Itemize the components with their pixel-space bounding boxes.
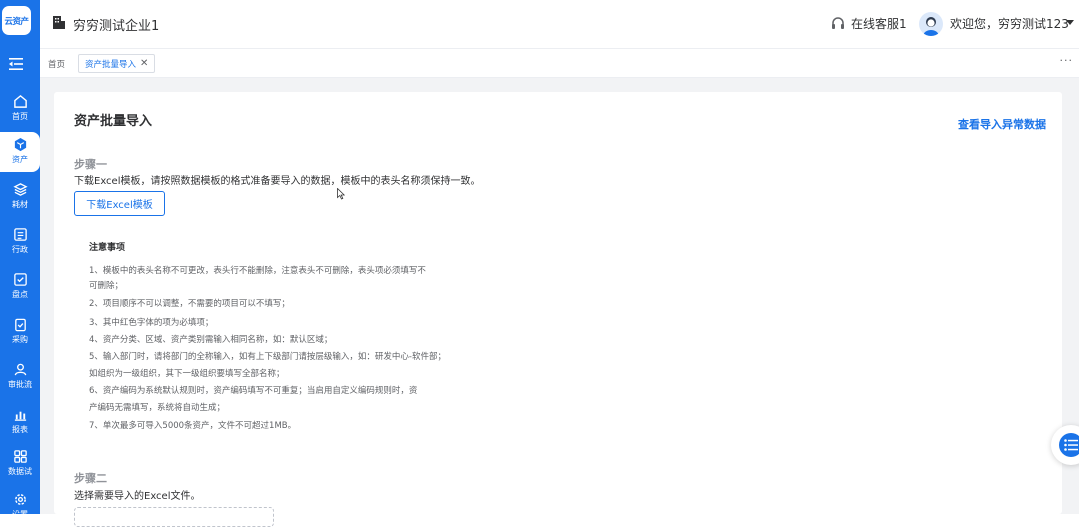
sidebar-item-label: 审批流: [8, 380, 32, 389]
sidebar-item-label: 首页: [12, 112, 28, 121]
page-title: 资产批量导入: [74, 114, 153, 129]
list-icon: [13, 228, 27, 241]
tab-home[interactable]: 首页: [44, 54, 69, 73]
headset-icon: [832, 16, 844, 29]
chart-icon: [14, 411, 26, 421]
sidebar-item-approval[interactable]: 审批流: [0, 357, 40, 397]
note-line: 1、模板中的表头名称不可更改，表头行不能删除，注意表头不可删除，表头项必须填写不: [89, 266, 426, 276]
note-line: 4、资产分类、区域、资产类别需输入相同名称，如：默认区域；: [89, 335, 333, 345]
file-upload-area[interactable]: [74, 507, 274, 527]
sidebar-item-label: 行政: [12, 245, 28, 254]
online-service[interactable]: 在线客服1: [831, 15, 907, 32]
note-line: 2、项目顺序不可以调整，不需要的项目可以不填写；: [89, 299, 290, 309]
check-icon: [13, 273, 27, 286]
sidebar-item-assets[interactable]: 资产: [0, 132, 40, 172]
app-logo[interactable]: 云资产: [2, 6, 31, 35]
note-line: 6、资产编码为系统默认规则时，资产编码填写不可重复；当启用自定义编码规则时，资: [89, 386, 418, 396]
sidebar-item-inventory[interactable]: 盘点: [0, 267, 40, 307]
gear-icon: [14, 494, 26, 505]
clipboard-icon: [14, 318, 26, 332]
more-icon[interactable]: ···: [1060, 54, 1074, 67]
sidebar-item-home[interactable]: 首页: [0, 89, 40, 129]
layers-icon: [12, 183, 28, 196]
note-line: 3、其中红色字体的项为必填项；: [89, 318, 214, 328]
step2-description: 选择需要导入的Excel文件。: [74, 491, 201, 502]
caret-down-icon[interactable]: [1066, 20, 1074, 25]
note-line: 产编码无需填写，系统将自动生成；: [89, 403, 226, 413]
sidebar-item-label: 资产: [12, 155, 28, 164]
avatar-icon: [923, 17, 939, 36]
asset-icon: [14, 137, 26, 152]
import-card: 资产批量导入 查看导入异常数据 步骤一 下载Excel模板，请按照数据模板的格式…: [54, 92, 1062, 527]
mouse-cursor-icon: [337, 188, 345, 200]
sidebar-item-label: 设置: [12, 510, 28, 519]
top-header: 穷穷测试企业1 在线客服1 欢迎您，穷穷测试123: [40, 0, 1079, 48]
tab-label: 首页: [48, 59, 66, 70]
user-greeting[interactable]: 欢迎您，穷穷测试123: [950, 15, 1069, 32]
sidebar-item-label: 采购: [12, 335, 28, 344]
sidebar-item-label: 耗材: [12, 200, 28, 209]
download-template-button[interactable]: 下载Excel模板: [74, 191, 165, 216]
menu-collapse-icon[interactable]: [9, 58, 23, 70]
sidebar-item-label: 盘点: [12, 290, 28, 299]
tab-asset-import[interactable]: 资产批量导入 ✕: [78, 54, 156, 73]
step2-title: 步骤二: [74, 472, 107, 485]
note-line: 7、单次最多可导入5000条资产，文件不可超过1MB。: [89, 421, 297, 431]
online-service-label: 在线客服1: [851, 17, 907, 31]
sidebar-item-label: 数据试: [8, 467, 32, 476]
tab-label: 资产批量导入: [85, 59, 137, 70]
sidebar-item-admin[interactable]: 行政: [0, 222, 40, 262]
sidebar: 云资产 首页 资产 耗材 行政 盘点 采购 审批流 报表 数据试 设置: [0, 0, 40, 519]
tabs-bar: 首页 资产批量导入 ✕ ···: [40, 48, 1079, 78]
avatar[interactable]: [919, 12, 943, 36]
step1-title: 步骤一: [74, 158, 107, 171]
sidebar-item-label: 报表: [12, 425, 28, 434]
company-name[interactable]: 穷穷测试企业1: [73, 15, 159, 34]
note-line: 可删除；: [89, 281, 124, 291]
user-icon: [14, 363, 26, 376]
sidebar-item-data[interactable]: 数据试: [0, 444, 40, 484]
sidebar-item-settings[interactable]: 设置: [0, 487, 40, 527]
view-import-errors-link[interactable]: 查看导入异常数据: [958, 116, 1046, 132]
sidebar-item-reports[interactable]: 报表: [0, 402, 40, 442]
notes-title: 注意事项: [89, 243, 126, 253]
step1-description: 下载Excel模板，请按照数据模板的格式准备要导入的数据，模板中的表头名称须保持…: [74, 176, 481, 187]
note-line: 5、输入部门时，请将部门的全称输入，如有上下级部门请按层级输入，如：研发中心-软…: [89, 352, 446, 362]
sidebar-item-consumables[interactable]: 耗材: [0, 177, 40, 217]
building-icon: [53, 16, 65, 29]
note-line: 如组织为一级组织，其下一级组织要填写全部名称；: [89, 369, 285, 379]
grid-icon: [13, 450, 27, 463]
close-icon[interactable]: ✕: [140, 58, 148, 69]
list-icon: [1059, 433, 1079, 457]
sidebar-item-purchase[interactable]: 采购: [0, 312, 40, 352]
home-icon: [13, 94, 27, 108]
